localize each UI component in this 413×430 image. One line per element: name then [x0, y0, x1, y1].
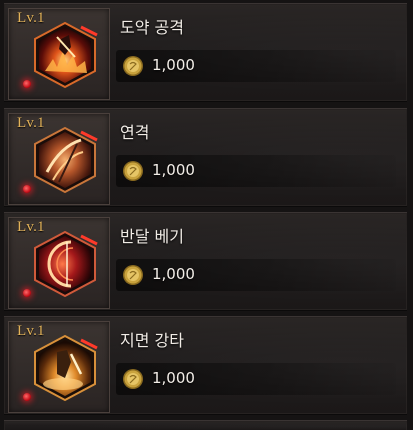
skill-cost: 1,000	[116, 155, 396, 187]
skill-name: 반달 베기	[120, 227, 184, 246]
skill-cost: 1,000	[116, 50, 396, 82]
skill-cost-value: 1,000	[152, 369, 195, 387]
skill-row-partial[interactable]	[4, 420, 407, 430]
skill-name: 연격	[120, 123, 150, 142]
combo-strike-icon	[34, 126, 98, 194]
skill-cost-value: 1,000	[152, 56, 195, 74]
status-indicator-dot	[23, 185, 31, 193]
skill-name: 도약 공격	[120, 18, 184, 37]
skill-row-combo-strike[interactable]: Lv.1 연격 1,000	[4, 108, 407, 207]
gold-coin-icon	[123, 56, 143, 76]
gold-coin-icon	[123, 265, 143, 285]
skill-cost-value: 1,000	[152, 265, 195, 283]
status-indicator-dot	[23, 393, 31, 401]
skill-list: Lv.1 도약 공격 1,000 Lv.1 연격 1,000 Lv.1 반달 베…	[0, 0, 413, 430]
skill-name: 지면 강타	[120, 331, 184, 350]
status-indicator-dot	[23, 80, 31, 88]
skill-cost-value: 1,000	[152, 161, 195, 179]
half-moon-slash-icon	[34, 230, 98, 298]
skill-cost: 1,000	[116, 259, 396, 291]
status-indicator-dot	[23, 289, 31, 297]
gold-coin-icon	[123, 369, 143, 389]
skill-icon-frame: Lv.1	[8, 217, 110, 309]
skill-icon-frame: Lv.1	[8, 8, 110, 100]
gold-coin-icon	[123, 161, 143, 181]
skill-row-leap-attack[interactable]: Lv.1 도약 공격 1,000	[4, 3, 407, 102]
skill-cost: 1,000	[116, 363, 396, 395]
ground-smash-icon	[34, 334, 98, 402]
skill-icon-frame: Lv.1	[8, 113, 110, 205]
leap-attack-icon	[34, 21, 98, 89]
skill-row-half-moon-slash[interactable]: Lv.1 반달 베기 1,000	[4, 212, 407, 311]
skill-row-ground-smash[interactable]: Lv.1 지면 강타 1,000	[4, 316, 407, 415]
skill-icon-frame: Lv.1	[8, 321, 110, 413]
